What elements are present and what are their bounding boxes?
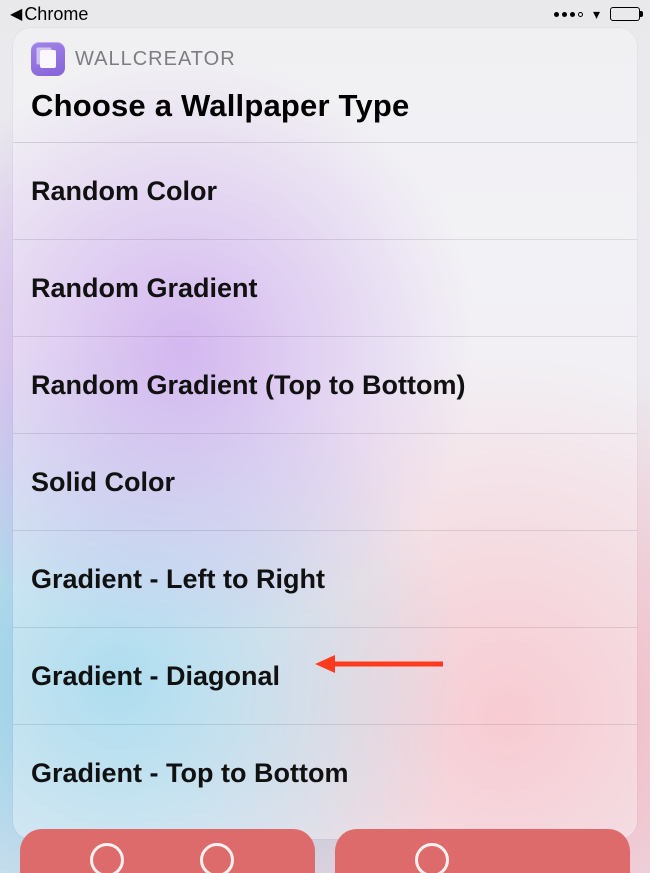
card-header: WALLCREATOR [13, 28, 637, 82]
option-gradient-top-bottom[interactable]: Gradient - Top to Bottom [13, 725, 637, 822]
back-chevron-icon: ◀ [10, 4, 22, 24]
app-name-label: WALLCREATOR [75, 48, 236, 71]
option-random-gradient-top-bottom[interactable]: Random Gradient (Top to Bottom) [13, 337, 637, 434]
option-label: Gradient - Top to Bottom [31, 758, 348, 789]
prompt-card: WALLCREATOR Choose a Wallpaper Type Rand… [13, 28, 637, 839]
back-to-app-label: Chrome [24, 4, 88, 25]
option-label: Gradient - Left to Right [31, 564, 325, 595]
option-label: Random Gradient [31, 273, 258, 304]
option-solid-color[interactable]: Solid Color [13, 434, 637, 531]
circle-icon [415, 843, 449, 873]
circle-icon [90, 843, 124, 873]
screen: ◀ Chrome ▾ WALLCREATOR Choose a Wallpape… [0, 0, 650, 873]
battery-icon [610, 7, 640, 21]
app-icon-glyph [40, 50, 56, 68]
option-random-color[interactable]: Random Color [13, 143, 637, 240]
prompt-title: Choose a Wallpaper Type [13, 82, 637, 143]
app-icon [31, 42, 65, 76]
wifi-chevron-icon: ▾ [593, 6, 600, 23]
bottom-button-right[interactable] [335, 829, 630, 873]
option-label: Solid Color [31, 467, 175, 498]
status-bar: ◀ Chrome ▾ [0, 0, 650, 28]
option-random-gradient[interactable]: Random Gradient [13, 240, 637, 337]
cellular-signal-icon [554, 12, 583, 17]
bottom-button-left[interactable] [20, 829, 315, 873]
circle-icon [200, 843, 234, 873]
status-right-cluster: ▾ [554, 6, 640, 23]
option-label: Random Color [31, 176, 217, 207]
option-label: Random Gradient (Top to Bottom) [31, 370, 465, 401]
option-gradient-diagonal[interactable]: Gradient - Diagonal [13, 628, 637, 725]
option-label: Gradient - Diagonal [31, 661, 280, 692]
back-to-app-button[interactable]: ◀ Chrome [10, 4, 88, 25]
option-gradient-left-right[interactable]: Gradient - Left to Right [13, 531, 637, 628]
